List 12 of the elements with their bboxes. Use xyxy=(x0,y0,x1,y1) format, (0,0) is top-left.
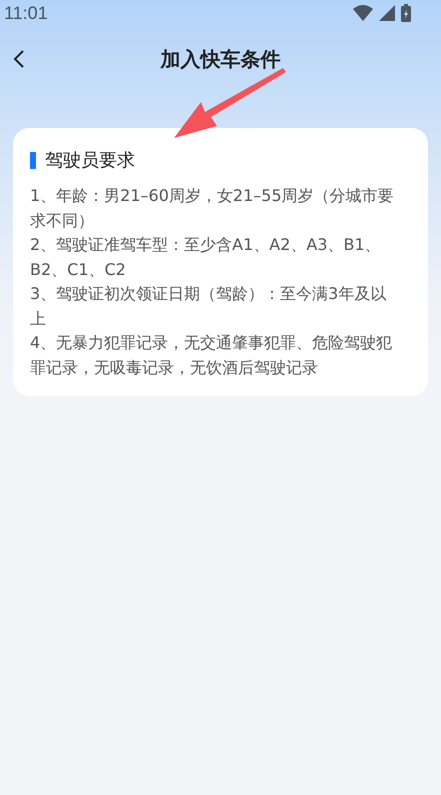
page-title: 加入快车条件 xyxy=(159,46,282,72)
accent-bar xyxy=(30,152,36,168)
requirement-text: 1、年龄：男21–60周岁，女21–55周岁（分城市要求不同） xyxy=(30,185,395,232)
section-heading: 驾驶员要求 xyxy=(45,149,135,172)
wifi-icon xyxy=(353,5,373,21)
requirement-text: 2、驾驶证准驾车型：至少含A1、A2、A3、B1、B2、C1、C2 xyxy=(30,234,382,280)
requirement-text: 3、驾驶证初次领证日期（驾龄）：至今满3年及以上 xyxy=(30,283,388,330)
back-chevron-icon xyxy=(13,49,25,69)
status-time: 11:01 xyxy=(4,2,48,24)
battery-icon xyxy=(401,4,411,22)
signal-icon xyxy=(379,5,395,21)
requirement-text: 4、无暴力犯罪记录，无交通肇事犯罪、危险驾驶犯罪记录，无吸毒记录，无饮酒后驾驶记录 xyxy=(30,332,394,378)
